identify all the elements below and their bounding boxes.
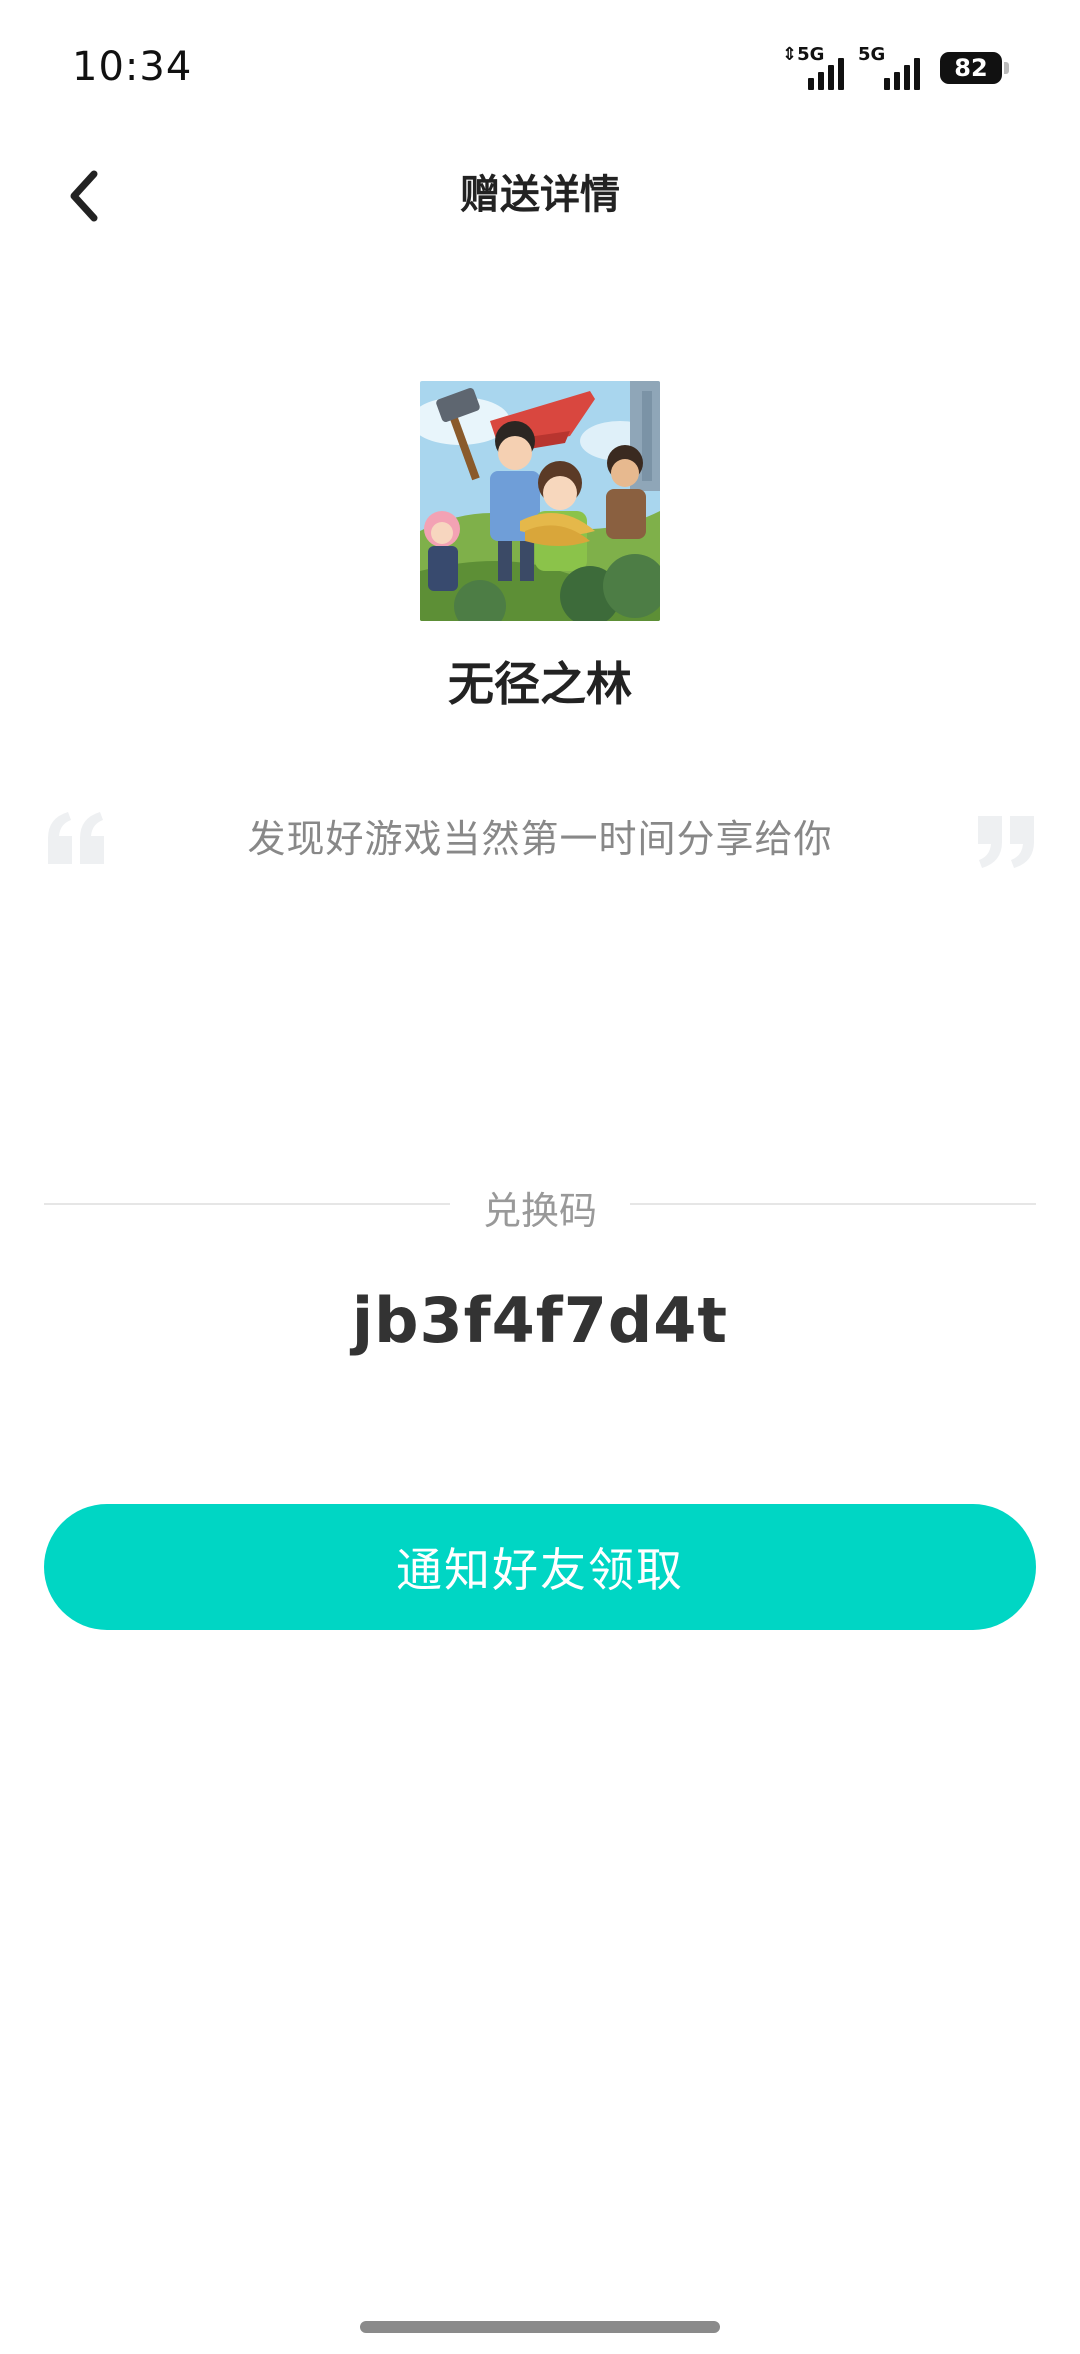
game-title: 无径之林 (448, 657, 632, 711)
divider-line (630, 1203, 1036, 1205)
status-time: 10:34 (72, 44, 193, 90)
close-quote-icon (978, 816, 1034, 868)
share-message: 发现好游戏当然第一时间分享给你 (247, 817, 833, 861)
status-indicators: ⇕5G 5G 82 (782, 46, 1009, 90)
cellular-signal-icon: 5G (858, 46, 920, 90)
cellular-signal-icon: ⇕5G (782, 46, 844, 90)
battery-icon: 82 (940, 52, 1009, 84)
home-indicator[interactable] (360, 2321, 720, 2333)
network-type-label: 5G (858, 44, 886, 65)
status-bar: 10:34 ⇕5G 5G 82 (0, 0, 1080, 130)
page-title: 赠送详情 (460, 172, 620, 218)
notify-friend-button[interactable]: 通知好友领取 (44, 1504, 1036, 1630)
redeem-code-value[interactable]: jb3f4f7d4t (0, 1284, 1080, 1357)
share-quote: 发现好游戏当然第一时间分享给你 (0, 800, 1080, 880)
redeem-code-label: 兑换码 (482, 1189, 597, 1233)
nav-bar: 赠送详情 (0, 130, 1080, 260)
screen: 10:34 ⇕5G 5G 82 赠送详情 无径之林 发现好游戏当然第一时间分享给… (0, 0, 1080, 2354)
battery-level: 82 (954, 54, 988, 82)
redeem-code-divider: 兑换码 (44, 1176, 1036, 1233)
game-cover-image (420, 381, 660, 621)
